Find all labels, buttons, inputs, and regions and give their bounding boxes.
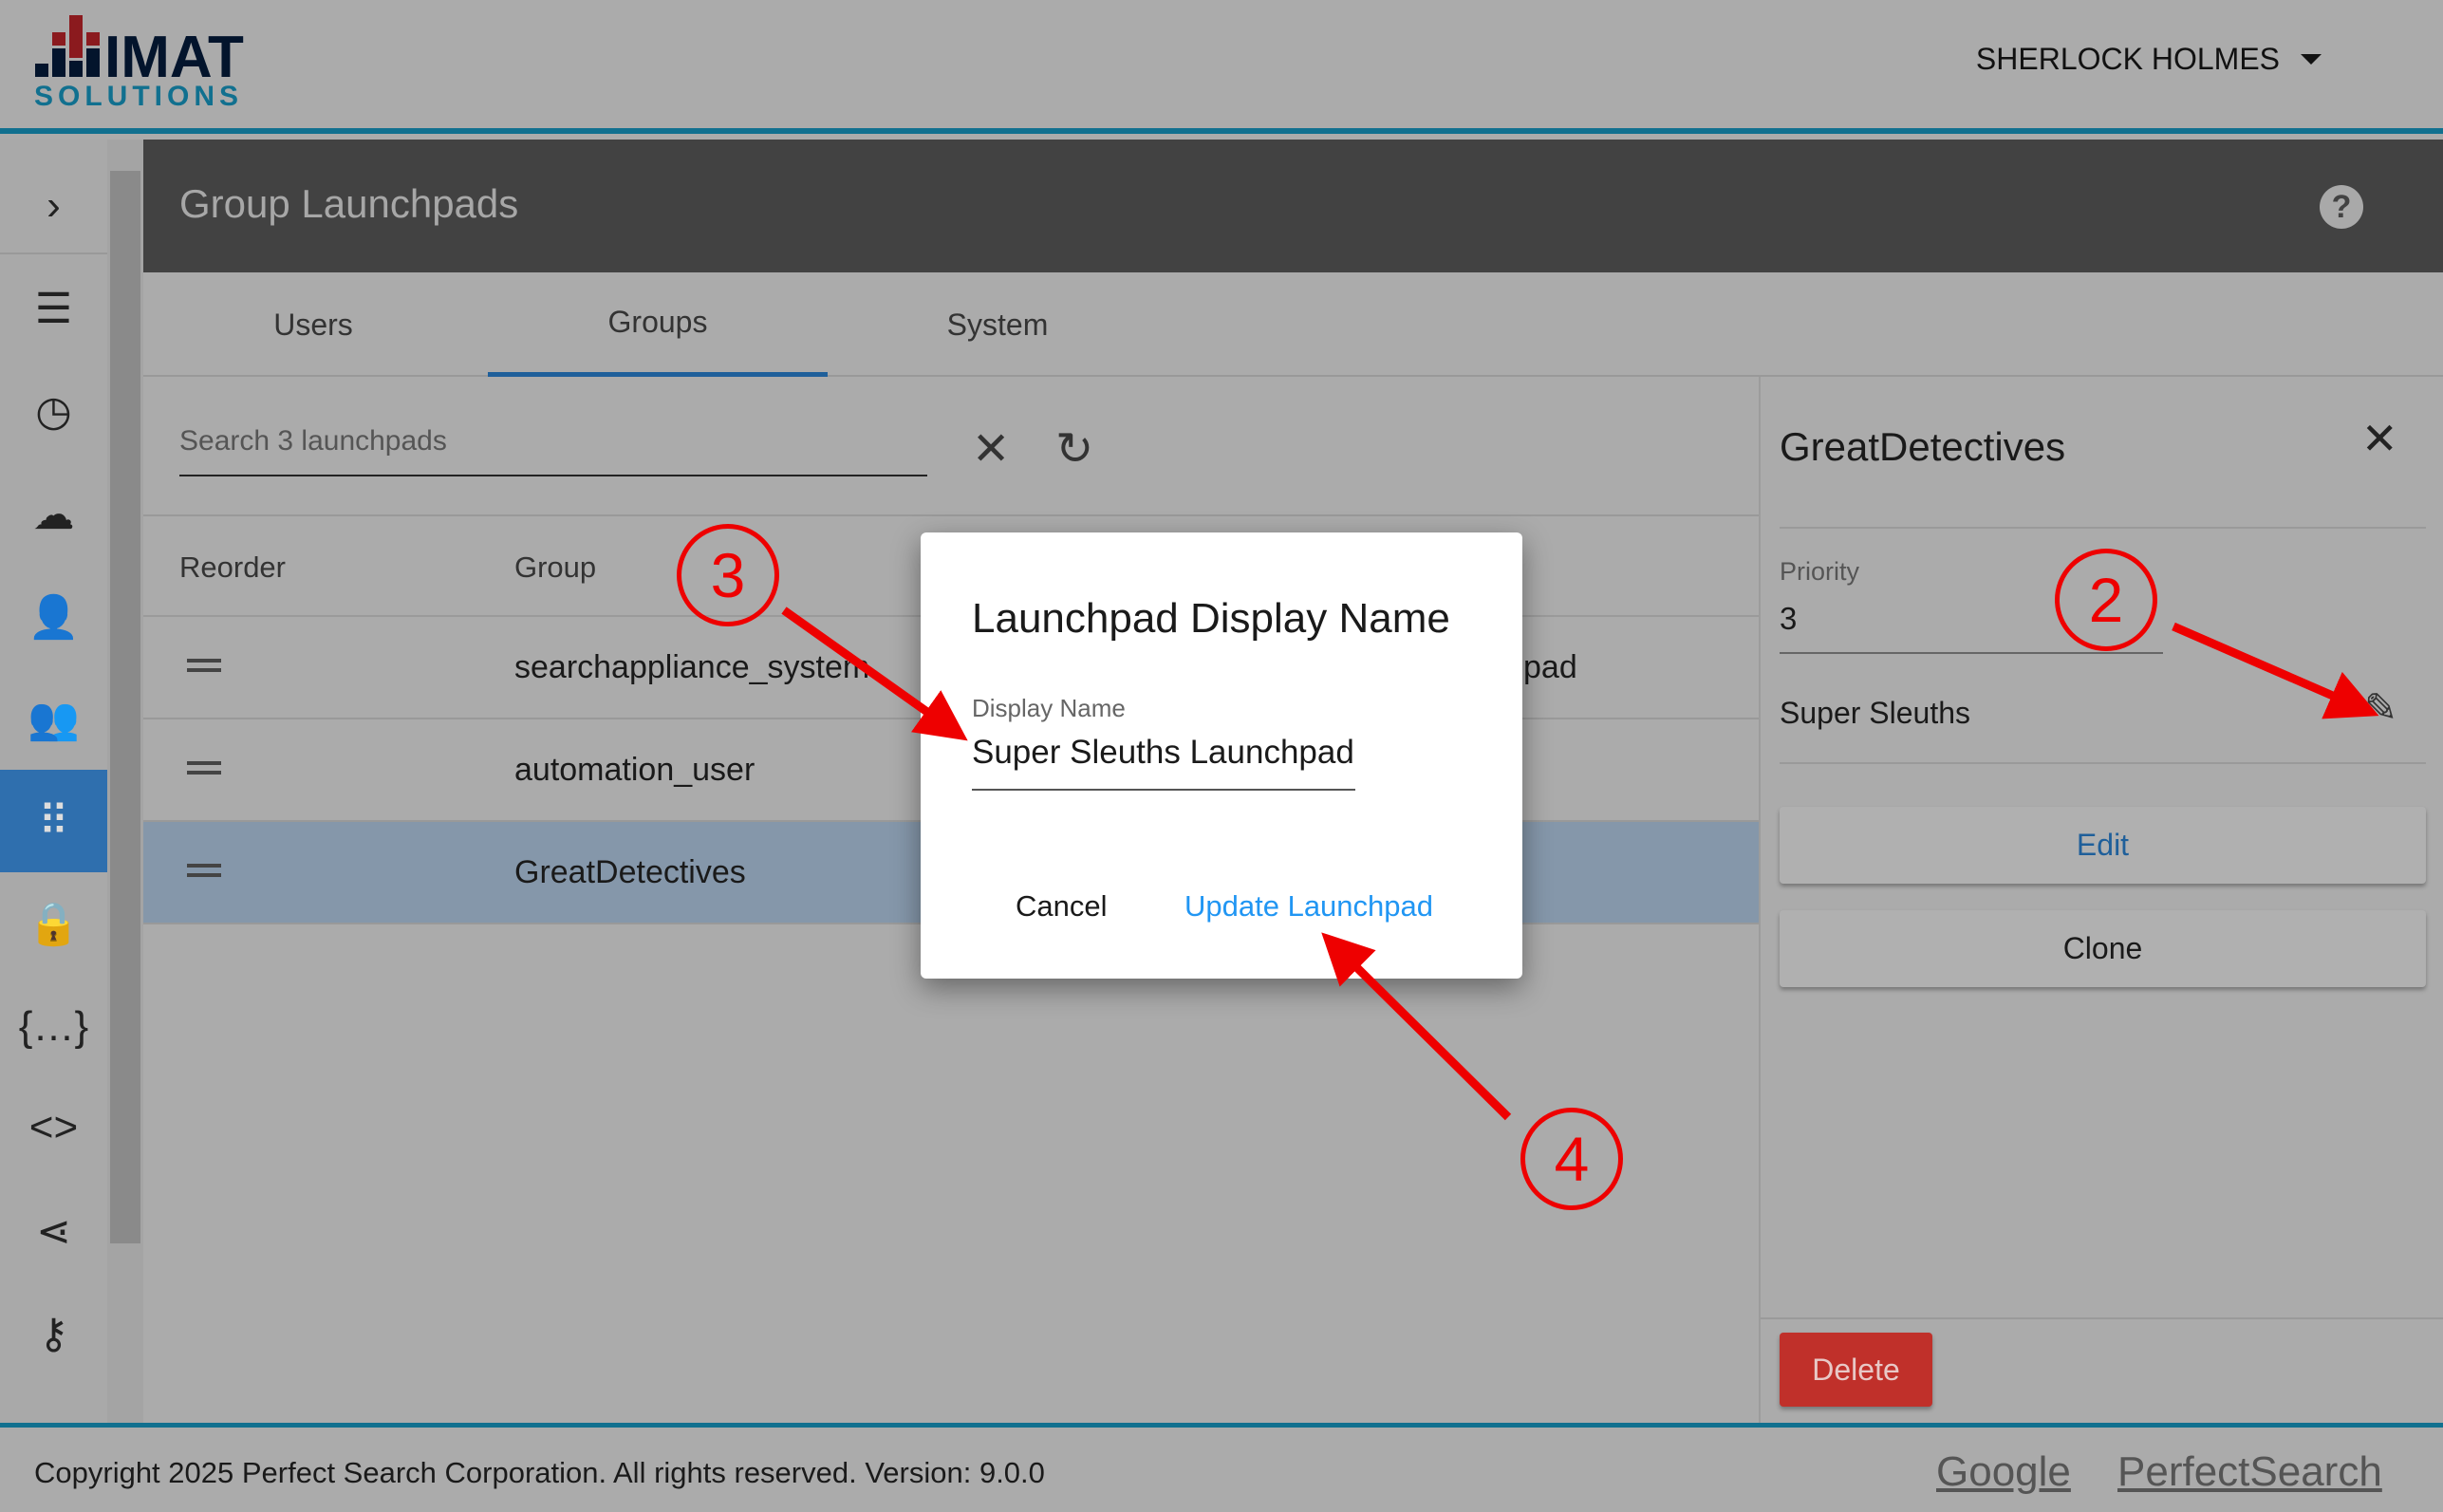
- annotation-arrows: [781, 607, 2379, 1121]
- annotation-circle-3: 3: [677, 524, 779, 626]
- annotation-circle-4: 4: [1520, 1108, 1623, 1210]
- annotation-circle-2: 2: [2055, 549, 2157, 651]
- arrow-4: [1321, 932, 1512, 1121]
- arrow-2: [2172, 622, 2379, 719]
- arrow-3: [781, 607, 968, 741]
